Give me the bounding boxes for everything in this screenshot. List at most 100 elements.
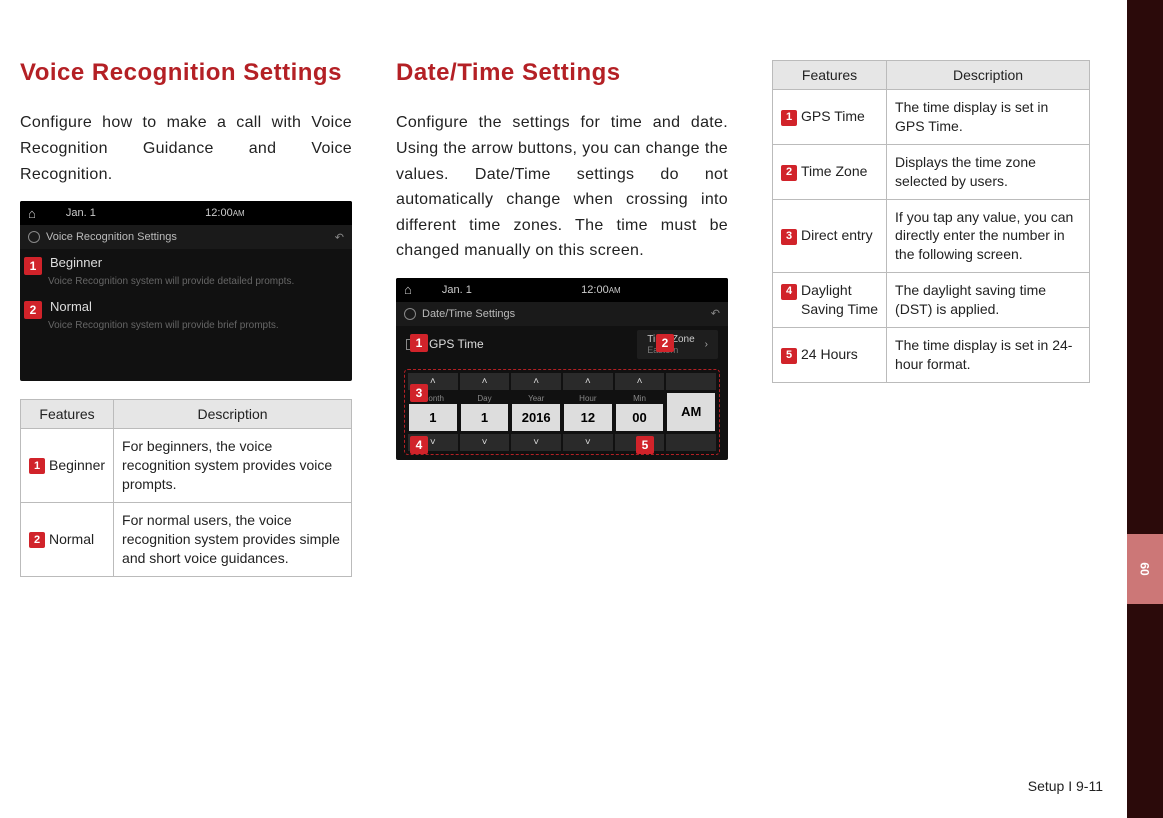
table-row: 2Time Zone Displays the time zone select…	[773, 144, 1090, 199]
spinner-label-min: Min	[616, 393, 664, 403]
shot2-time: 12:00AM	[581, 284, 621, 296]
callout-1: 1	[24, 257, 42, 275]
timezone-selector[interactable]: Time Zone Eastern ›	[637, 330, 718, 359]
feature-name: Normal	[49, 531, 94, 547]
feature-desc: The time display is set in GPS Time.	[887, 90, 1090, 145]
table-row: 1Beginner For beginners, the voice recog…	[21, 429, 352, 503]
feature-name: Time Zone	[801, 163, 867, 179]
feature-desc: The time display is set in 24-hour forma…	[887, 328, 1090, 383]
num-badge: 1	[29, 458, 45, 474]
num-badge: 2	[781, 165, 797, 181]
shot2-title: Date/Time Settings	[422, 308, 515, 320]
chevron-up-icon[interactable]: ˄	[460, 373, 510, 390]
shot-title: Voice Recognition Settings	[46, 231, 177, 243]
callout-5: 5	[636, 436, 654, 454]
heading-date-time: Date/Time Settings	[396, 60, 728, 86]
table-row: 524 Hours The time display is set in 24-…	[773, 328, 1090, 383]
gear-icon	[28, 231, 40, 243]
gps-time-label[interactable]: GPS Time	[429, 337, 484, 351]
chapter-number: 09	[1138, 563, 1152, 576]
feature-desc: Displays the time zone selected by users…	[887, 144, 1090, 199]
tab-strip-lower	[1127, 604, 1163, 818]
chevron-up-icon[interactable]: ˄	[615, 373, 665, 390]
heading-voice-recognition: Voice Recognition Settings	[20, 60, 352, 86]
chevron-down-icon[interactable]: ˅	[460, 434, 510, 451]
feature-name-line2: Saving Time	[801, 301, 878, 317]
back-icon[interactable]: ↶	[711, 307, 720, 320]
gear-icon	[404, 308, 416, 320]
screenshot-voice-recognition: ⌂ Jan. 1 12:00AM Voice Recognition Setti…	[20, 201, 352, 381]
shot-statusbar: ⌂ Jan. 1 12:00AM	[20, 201, 352, 225]
shot-time: 12:00AM	[205, 207, 245, 219]
spinner-label-day: Day	[461, 393, 509, 403]
chevron-up-icon[interactable]: ˄	[511, 373, 561, 390]
page-content: Voice Recognition Settings Configure how…	[0, 0, 1110, 818]
table-row: 4Daylight Saving Time The daylight saving…	[773, 273, 1090, 328]
callout-3: 3	[410, 384, 428, 402]
table-row: 1GPS Time The time display is set in GPS…	[773, 90, 1090, 145]
feature-name: 24 Hours	[801, 346, 858, 362]
option-normal-hint: Voice Recognition system will provide br…	[20, 320, 352, 331]
table-row: 3Direct entry If you tap any value, you …	[773, 199, 1090, 273]
feature-name: Direct entry	[801, 227, 873, 243]
chevron-up-icon[interactable]: ˄	[563, 373, 613, 390]
num-badge: 1	[781, 110, 797, 126]
chevron-right-icon: ›	[705, 339, 708, 350]
home-icon[interactable]: ⌂	[28, 206, 36, 221]
table-header-features: Features	[773, 61, 887, 90]
chapter-tab: 09	[1127, 534, 1163, 604]
option-normal[interactable]: Normal	[20, 293, 352, 320]
feature-name: Beginner	[49, 457, 105, 473]
feature-desc: If you tap any value, you can directly e…	[887, 199, 1090, 273]
shot-date: Jan. 1	[66, 207, 96, 219]
spinner-value-day[interactable]: 1	[461, 404, 509, 431]
table-header-description: Description	[114, 400, 352, 429]
home-icon[interactable]: ⌂	[404, 282, 412, 297]
paragraph-date-time: Configure the settings for time and date…	[396, 110, 728, 264]
column-voice-recognition: Voice Recognition Settings Configure how…	[20, 60, 352, 778]
table-row: 2Normal For normal users, the voice reco…	[21, 502, 352, 576]
table-date-time: Features Description 1GPS Time The time …	[772, 60, 1090, 383]
shot-title-bar: Voice Recognition Settings ↶	[20, 225, 352, 249]
spinner-label-hour: Hour	[564, 393, 612, 403]
column-date-time-table: Features Description 1GPS Time The time …	[772, 60, 1090, 778]
option-beginner[interactable]: Beginner	[20, 249, 352, 276]
spinner-value-month[interactable]: 1	[409, 404, 457, 431]
shot2-statusbar: ⌂ Jan. 1 12:00AM	[396, 278, 728, 302]
paragraph-voice-recognition: Configure how to make a call with Voice …	[20, 110, 352, 187]
spinner-value-year[interactable]: 2016	[512, 404, 560, 431]
table-header-description: Description	[887, 61, 1090, 90]
table-voice-recognition: Features Description 1Beginner For begin…	[20, 399, 352, 576]
callout-2: 2	[24, 301, 42, 319]
callout-2: 2	[656, 334, 674, 352]
back-icon[interactable]: ↶	[335, 231, 344, 244]
spinner-value-min[interactable]: 00	[616, 404, 664, 431]
num-badge: 5	[781, 348, 797, 364]
row-gps-timezone: GPS Time Time Zone Eastern ›	[396, 326, 728, 363]
option-beginner-label: Beginner	[50, 255, 102, 270]
feature-desc: The daylight saving time (DST) is applie…	[887, 273, 1090, 328]
option-beginner-hint: Voice Recognition system will provide de…	[20, 276, 352, 287]
feature-desc: For normal users, the voice recognition …	[114, 502, 352, 576]
num-badge: 4	[781, 284, 797, 300]
screenshot-date-time: ⌂ Jan. 1 12:00AM Date/Time Settings ↶ GP…	[396, 278, 728, 460]
manual-page: 09 Voice Recognition Settings Configure …	[0, 0, 1163, 818]
column-date-time: Date/Time Settings Configure the setting…	[396, 60, 728, 778]
feature-desc: For beginners, the voice recognition sys…	[114, 429, 352, 503]
spinner-value-hour[interactable]: 12	[564, 404, 612, 431]
num-badge: 2	[29, 532, 45, 548]
feature-name: Daylight	[801, 282, 852, 298]
option-normal-label: Normal	[50, 299, 92, 314]
chevron-down-icon[interactable]: ˅	[511, 434, 561, 451]
table-header-features: Features	[21, 400, 114, 429]
ampm-toggle[interactable]: AM	[667, 393, 715, 431]
spinner-label-year: Year	[512, 393, 560, 403]
spacer	[666, 434, 716, 451]
shot2-title-bar: Date/Time Settings ↶	[396, 302, 728, 326]
page-footer: Setup I 9-11	[1028, 778, 1103, 794]
chevron-down-icon[interactable]: ˅	[563, 434, 613, 451]
callout-4: 4	[410, 436, 428, 454]
callout-1: 1	[410, 334, 428, 352]
feature-name: GPS Time	[801, 108, 865, 124]
spacer	[666, 373, 716, 390]
